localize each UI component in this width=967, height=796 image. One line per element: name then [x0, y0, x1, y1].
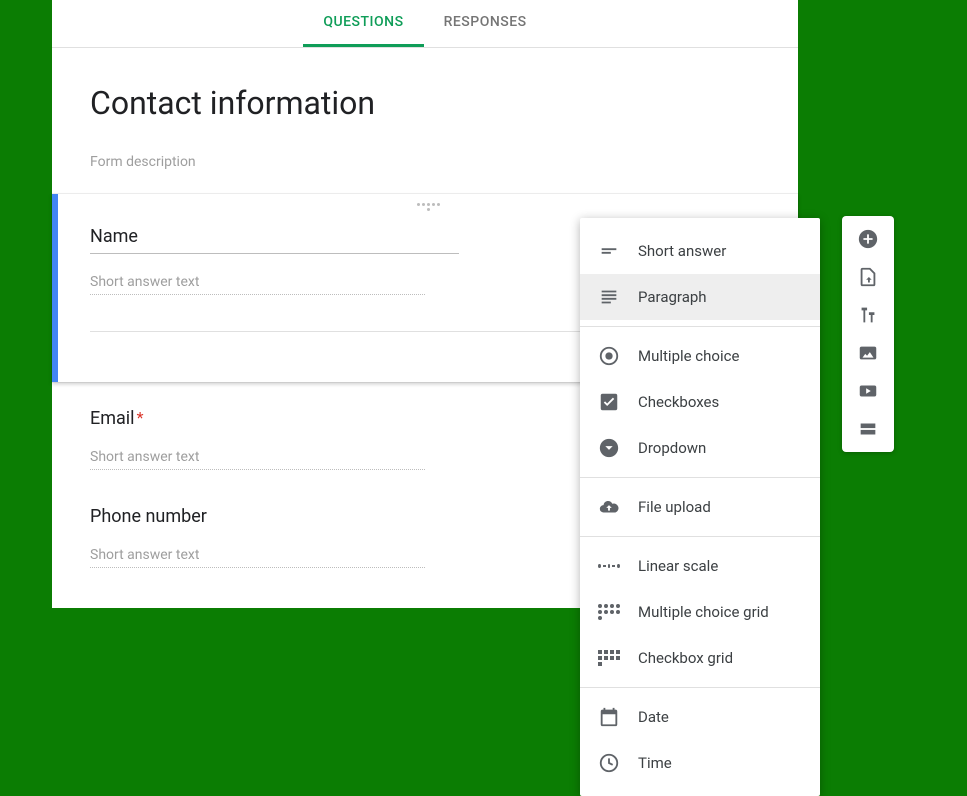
menu-item-dropdown[interactable]: Dropdown: [580, 425, 820, 471]
required-indicator: *: [137, 408, 144, 427]
add-section-button[interactable]: [857, 418, 879, 440]
tab-bar: QUESTIONS RESPONSES: [52, 0, 798, 48]
menu-item-checkbox-grid[interactable]: Checkbox grid: [580, 635, 820, 681]
menu-item-checkboxes[interactable]: Checkboxes: [580, 379, 820, 425]
menu-item-label: Date: [638, 708, 669, 726]
menu-separator: [580, 326, 820, 327]
menu-separator: [580, 687, 820, 688]
menu-item-label: Paragraph: [638, 288, 707, 306]
paragraph-icon: [598, 286, 620, 308]
answer-preview: Short answer text: [90, 262, 425, 295]
linear-scale-icon: [598, 555, 620, 577]
add-title-button[interactable]: [857, 304, 879, 326]
radio-icon: [598, 345, 620, 367]
menu-item-label: Checkboxes: [638, 393, 719, 411]
menu-separator: [580, 536, 820, 537]
add-video-button[interactable]: [857, 380, 879, 402]
menu-item-time[interactable]: Time: [580, 740, 820, 786]
radio-grid-icon: [598, 601, 620, 623]
add-question-button[interactable]: [857, 228, 879, 250]
question-type-menu: Short answer Paragraph Multiple choice C…: [580, 218, 820, 796]
form-description[interactable]: Form description: [90, 154, 760, 170]
menu-separator: [580, 477, 820, 478]
form-header-card[interactable]: Contact information Form description: [52, 48, 798, 194]
menu-item-label: Time: [638, 754, 672, 772]
drag-handle-icon[interactable]: [416, 201, 440, 213]
menu-item-paragraph[interactable]: Paragraph: [580, 274, 820, 320]
answer-preview: Short answer text: [90, 437, 425, 470]
menu-item-label: Checkbox grid: [638, 649, 733, 667]
menu-item-label: Dropdown: [638, 439, 706, 457]
clock-icon: [598, 752, 620, 774]
answer-preview: Short answer text: [90, 535, 425, 568]
dropdown-icon: [598, 437, 620, 459]
menu-item-date[interactable]: Date: [580, 694, 820, 740]
question-title-input[interactable]: Name: [90, 214, 459, 254]
cloud-upload-icon: [598, 496, 620, 518]
checkbox-icon: [598, 391, 620, 413]
menu-item-multiple-choice[interactable]: Multiple choice: [580, 333, 820, 379]
tab-responses[interactable]: RESPONSES: [424, 0, 547, 47]
menu-item-linear-scale[interactable]: Linear scale: [580, 543, 820, 589]
menu-item-file-upload[interactable]: File upload: [580, 484, 820, 530]
menu-item-short-answer[interactable]: Short answer: [580, 228, 820, 274]
menu-item-label: Multiple choice: [638, 347, 739, 365]
menu-item-label: Multiple choice grid: [638, 603, 769, 621]
menu-item-label: Short answer: [638, 242, 726, 260]
import-questions-button[interactable]: [857, 266, 879, 288]
form-title[interactable]: Contact information: [90, 84, 760, 128]
floating-toolbar: [842, 216, 894, 452]
menu-item-label: File upload: [638, 498, 711, 516]
menu-item-multiple-choice-grid[interactable]: Multiple choice grid: [580, 589, 820, 635]
calendar-icon: [598, 706, 620, 728]
short-answer-icon: [598, 240, 620, 262]
add-image-button[interactable]: [857, 342, 879, 364]
checkbox-grid-icon: [598, 647, 620, 669]
menu-item-label: Linear scale: [638, 557, 718, 575]
tab-questions[interactable]: QUESTIONS: [303, 0, 423, 47]
